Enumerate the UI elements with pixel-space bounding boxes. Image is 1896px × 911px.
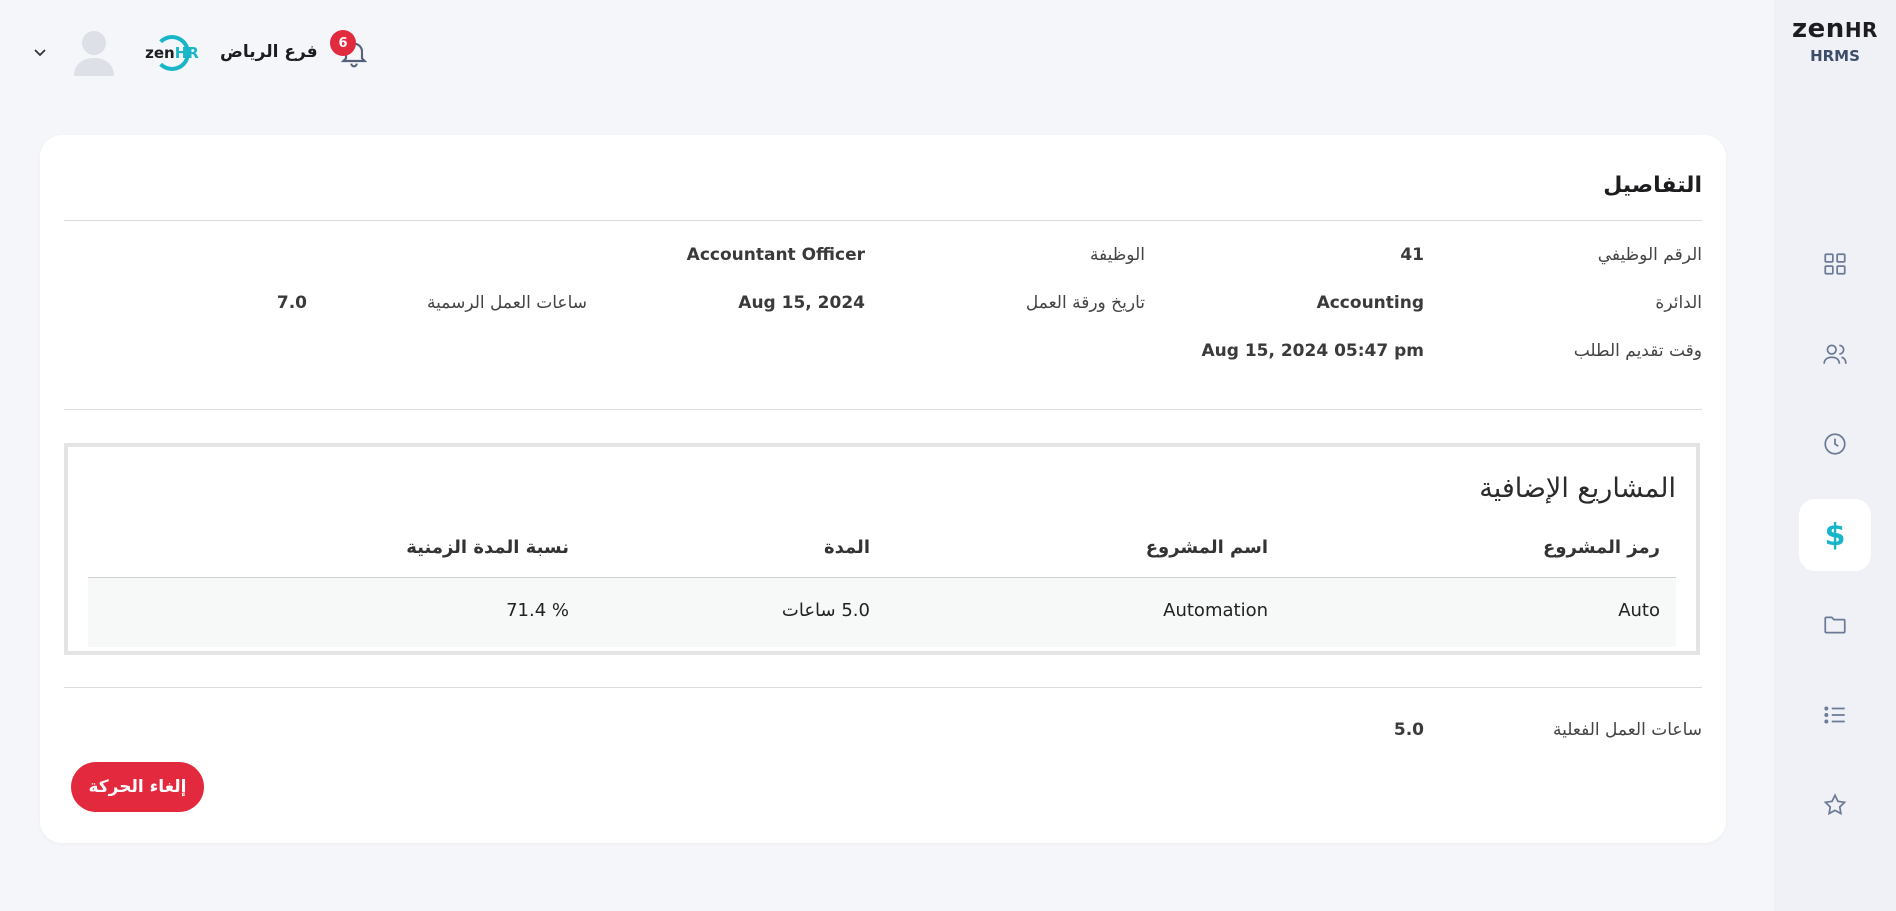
column-header-project-code: رمز المشروع	[1543, 537, 1660, 558]
table-row: Auto Automation 5.0 ساعات 71.4 %	[88, 578, 1676, 647]
nav-attendance[interactable]	[1799, 408, 1871, 480]
branch-name[interactable]: فرع الرياض	[220, 42, 318, 62]
divider	[64, 687, 1702, 688]
official-hours-label: ساعات العمل الرسمية	[427, 293, 587, 313]
folder-icon	[1824, 616, 1846, 634]
timesheet-date-label: تاريخ ورقة العمل	[1025, 293, 1145, 313]
duration-ratio-cell: 71.4 %	[506, 600, 569, 621]
nav-employees[interactable]	[1799, 318, 1871, 390]
project-name-cell: Automation	[1163, 600, 1268, 621]
column-header-duration-ratio: نسبة المدة الزمنية	[406, 537, 569, 558]
nav-payroll[interactable]: $	[1799, 499, 1871, 571]
divider	[64, 409, 1702, 410]
nav-documents[interactable]	[1799, 589, 1871, 661]
duration-cell: 5.0 ساعات	[781, 600, 870, 621]
column-header-duration: المدة	[823, 537, 870, 558]
cancel-transaction-button[interactable]: إلغاء الحركة	[71, 762, 204, 812]
employee-id-label: الرقم الوظيفي	[1597, 245, 1702, 265]
top-bar: zenHR فرع الرياض 6	[0, 0, 1770, 100]
job-value: Accountant Officer	[686, 245, 865, 265]
actual-hours-value: 5.0	[1393, 720, 1424, 740]
brand-logo: zenHR	[1792, 14, 1878, 44]
department-value: Accounting	[1316, 293, 1424, 313]
brand-subtitle: HRMS	[1810, 47, 1860, 65]
additional-projects-section: المشاريع الإضافية رمز المشروع اسم المشرو…	[64, 443, 1700, 655]
submitted-time-label: وقت تقديم الطلب	[1573, 341, 1702, 361]
grid-icon	[1824, 253, 1846, 275]
nav-requests[interactable]	[1799, 679, 1871, 751]
page-title: التفاصيل	[1603, 173, 1702, 198]
employee-id-value: 41	[1400, 245, 1424, 265]
chevron-down-icon[interactable]	[32, 44, 48, 60]
submitted-time-value: Aug 15, 2024 05:47 pm	[1201, 341, 1424, 361]
nav-favorites[interactable]	[1799, 769, 1871, 841]
avatar[interactable]	[72, 28, 116, 78]
timesheet-date-value: Aug 15, 2024	[738, 293, 865, 313]
details-card: التفاصيل الرقم الوظيفي 41 الوظيفة Accoun…	[40, 135, 1726, 843]
clock-icon	[1824, 433, 1846, 455]
official-hours-value: 7.0	[276, 293, 307, 313]
company-logo: zenHR	[144, 35, 200, 71]
project-code-cell: Auto	[1618, 600, 1660, 621]
nav-dashboard[interactable]	[1799, 228, 1871, 300]
users-icon	[1823, 344, 1847, 364]
star-icon	[1823, 793, 1847, 816]
notification-badge: 6	[330, 30, 356, 56]
brand[interactable]: zenHR HRMS	[1774, 14, 1896, 65]
list-icon	[1824, 706, 1845, 724]
divider	[64, 220, 1702, 221]
column-header-project-name: اسم المشروع	[1145, 537, 1268, 558]
dollar-icon: $	[1824, 517, 1846, 553]
section-title: المشاريع الإضافية	[1479, 473, 1676, 504]
job-label: الوظيفة	[1089, 245, 1145, 265]
sidebar: zenHR HRMS $	[1774, 0, 1896, 911]
actual-hours-label: ساعات العمل الفعلية	[1553, 720, 1702, 740]
department-label: الدائرة	[1655, 293, 1702, 313]
